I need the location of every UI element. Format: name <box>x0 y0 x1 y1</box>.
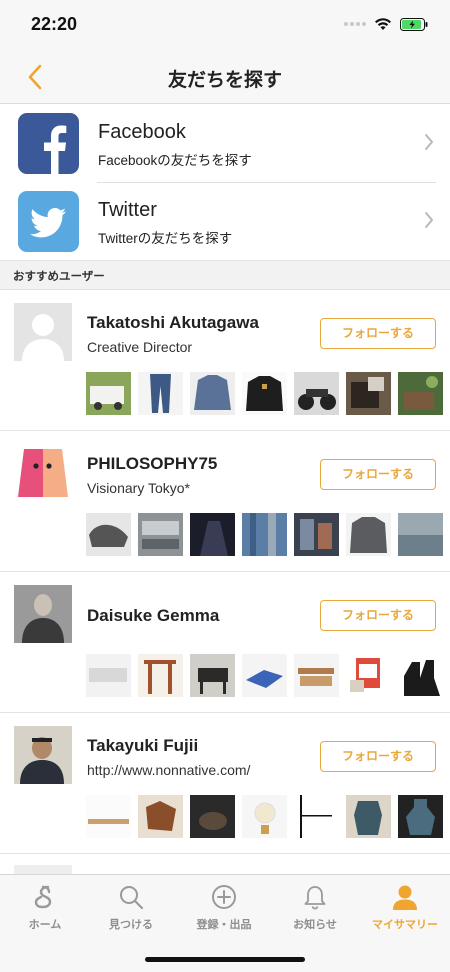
item-thumbnail[interactable] <box>294 654 339 697</box>
follow-button[interactable]: フォローする <box>320 600 436 631</box>
item-thumbnail[interactable] <box>346 372 391 415</box>
tab-label: 登録・出品 <box>196 919 252 931</box>
tab-my-summary[interactable]: マイサマリー <box>360 883 450 933</box>
recommended-users-list: Takatoshi Akutagawa Creative Director フォ… <box>0 290 450 854</box>
facebook-sublabel: Facebookの友だちを探す <box>98 153 252 168</box>
recommended-users-header: おすすめユーザー <box>0 260 450 290</box>
user-row: PHILOSOPHY75 Visionary Tokyo* フォローする <box>0 431 450 572</box>
follow-button[interactable]: フォローする <box>320 459 436 490</box>
item-thumbnail[interactable] <box>242 654 287 697</box>
page-title: 友だちを探す <box>167 70 282 91</box>
item-thumbnail[interactable] <box>138 654 183 697</box>
home-indicator <box>145 957 305 962</box>
tab-label: マイサマリー <box>372 919 438 931</box>
nav-bar: 友だちを探す <box>0 50 450 104</box>
battery-icon <box>400 17 428 31</box>
item-thumbnail[interactable] <box>138 513 183 556</box>
person-icon <box>393 885 417 910</box>
item-thumbnail[interactable] <box>190 513 235 556</box>
tab-label: 見つける <box>109 919 153 931</box>
status-icons <box>344 17 428 31</box>
item-thumbnail[interactable] <box>86 513 131 556</box>
tab-home[interactable]: ホーム <box>0 883 90 933</box>
twitter-logo-icon <box>18 191 79 252</box>
item-thumbnails <box>86 513 443 556</box>
facebook-label: Facebook <box>98 121 186 143</box>
chevron-right-icon <box>425 134 433 150</box>
item-thumbnails <box>86 654 443 697</box>
signal-icon <box>344 22 366 26</box>
item-thumbnail[interactable] <box>86 654 131 697</box>
item-thumbnail[interactable] <box>294 795 339 838</box>
item-thumbnail[interactable] <box>242 372 287 415</box>
follow-button[interactable]: フォローする <box>320 741 436 772</box>
user-description: Visionary Tokyo* <box>87 480 190 496</box>
status-bar: 22:20 <box>0 0 450 50</box>
item-thumbnail[interactable] <box>398 372 443 415</box>
user-description: Creative Director <box>87 339 193 355</box>
plus-circle-icon <box>212 885 236 909</box>
tab-notifications[interactable]: お知らせ <box>270 883 360 933</box>
user-name[interactable]: Takatoshi Akutagawa <box>87 313 259 333</box>
tab-register[interactable]: 登録・出品 <box>179 883 269 933</box>
user-name[interactable]: Takayuki Fujii <box>87 736 198 756</box>
item-thumbnails <box>86 795 443 838</box>
user-row-partial <box>0 854 450 885</box>
user-name[interactable]: Daisuke Gemma <box>87 606 219 626</box>
item-thumbnail[interactable] <box>346 654 391 697</box>
status-time: 22:20 <box>31 14 78 34</box>
user-row: Takatoshi Akutagawa Creative Director フォ… <box>0 290 450 431</box>
item-thumbnail[interactable] <box>346 513 391 556</box>
user-name[interactable]: PHILOSOPHY75 <box>87 454 217 474</box>
item-thumbnails <box>86 372 443 415</box>
item-thumbnail[interactable] <box>294 372 339 415</box>
chevron-right-icon <box>425 212 433 228</box>
user-avatar[interactable] <box>14 444 72 502</box>
item-thumbnail[interactable] <box>190 654 235 697</box>
follow-button[interactable]: フォローする <box>320 318 436 349</box>
user-avatar[interactable] <box>14 585 72 643</box>
item-thumbnail[interactable] <box>398 795 443 838</box>
user-row: Takayuki Fujii http://www.nonnative.com/… <box>0 713 450 854</box>
facebook-logo-icon <box>18 113 79 174</box>
item-thumbnail[interactable] <box>86 795 131 838</box>
item-thumbnail[interactable] <box>294 513 339 556</box>
user-avatar[interactable] <box>14 726 72 784</box>
social-connect-list: Facebook Facebookの友だちを探す Twitter Twitter… <box>0 104 450 260</box>
home-s-icon <box>34 885 52 909</box>
twitter-sublabel: Twitterの友だちを探す <box>98 231 233 246</box>
twitter-row[interactable]: Twitter Twitterの友だちを探す <box>0 182 450 260</box>
item-thumbnail[interactable] <box>398 654 443 697</box>
item-thumbnail[interactable] <box>190 372 235 415</box>
item-thumbnail[interactable] <box>398 513 443 556</box>
tab-label: お知らせ <box>293 919 337 931</box>
tab-discover[interactable]: 見つける <box>86 883 176 933</box>
user-row: Daisuke Gemma フォローする <box>0 572 450 713</box>
wifi-icon <box>375 18 391 30</box>
item-thumbnail[interactable] <box>242 513 287 556</box>
user-avatar[interactable] <box>14 303 72 361</box>
search-icon <box>120 886 144 910</box>
twitter-label: Twitter <box>98 199 157 221</box>
user-description[interactable]: http://www.nonnative.com/ <box>87 762 250 778</box>
facebook-row[interactable]: Facebook Facebookの友だちを探す <box>0 104 450 182</box>
bell-icon <box>304 886 326 910</box>
item-thumbnail[interactable] <box>86 372 131 415</box>
item-thumbnail[interactable] <box>190 795 235 838</box>
section-title: おすすめユーザー <box>13 271 105 283</box>
item-thumbnail[interactable] <box>138 795 183 838</box>
tab-label: ホーム <box>28 919 62 931</box>
item-thumbnail[interactable] <box>346 795 391 838</box>
item-thumbnail[interactable] <box>138 372 183 415</box>
item-thumbnail[interactable] <box>242 795 287 838</box>
